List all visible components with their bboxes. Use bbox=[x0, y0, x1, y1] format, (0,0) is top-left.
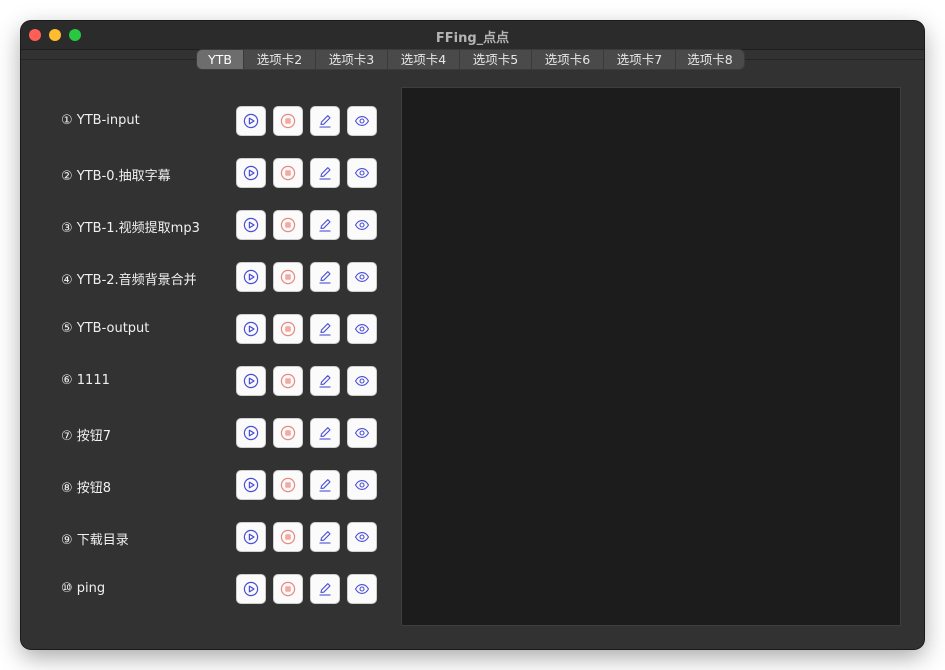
task-row: ⑩ ping bbox=[21, 574, 381, 606]
task-label: ⑩ ping bbox=[61, 581, 106, 596]
run-button[interactable] bbox=[236, 210, 266, 240]
task-label: ① YTB-input bbox=[61, 113, 140, 128]
edit-button[interactable] bbox=[310, 106, 340, 136]
stop-button[interactable] bbox=[273, 418, 303, 448]
task-row: ③ YTB-1.视频提取mp3 bbox=[21, 210, 381, 242]
view-button[interactable] bbox=[347, 418, 377, 448]
run-button[interactable] bbox=[236, 418, 266, 448]
view-button[interactable] bbox=[347, 262, 377, 292]
task-row: ⑧ 按钮8 bbox=[21, 470, 381, 502]
stop-button[interactable] bbox=[273, 262, 303, 292]
run-button[interactable] bbox=[236, 106, 266, 136]
task-label: ② YTB-0.抽取字幕 bbox=[61, 169, 171, 184]
tab-2[interactable]: 选项卡2 bbox=[244, 50, 316, 69]
tab-1[interactable]: YTB bbox=[197, 50, 244, 69]
window-title: FFing_点点 bbox=[435, 31, 510, 46]
run-button[interactable] bbox=[236, 158, 266, 188]
task-row: ⑥ 1111 bbox=[21, 366, 381, 398]
view-button[interactable] bbox=[347, 106, 377, 136]
run-button[interactable] bbox=[236, 366, 266, 396]
stop-button[interactable] bbox=[273, 522, 303, 552]
task-label: ③ YTB-1.视频提取mp3 bbox=[61, 221, 200, 236]
view-button[interactable] bbox=[347, 574, 377, 604]
task-label: ⑧ 按钮8 bbox=[61, 481, 112, 496]
task-row: ④ YTB-2.音频背景合并 bbox=[21, 262, 381, 294]
output-panel[interactable] bbox=[401, 87, 901, 626]
edit-button[interactable] bbox=[310, 210, 340, 240]
run-button[interactable] bbox=[236, 470, 266, 500]
tab-5[interactable]: 选项卡5 bbox=[460, 50, 532, 69]
task-label: ⑨ 下载目录 bbox=[61, 533, 129, 548]
edit-button[interactable] bbox=[310, 418, 340, 448]
title-bar: FFing_点点 bbox=[21, 21, 924, 50]
task-label: ⑤ YTB-output bbox=[61, 321, 150, 336]
view-button[interactable] bbox=[347, 158, 377, 188]
view-button[interactable] bbox=[347, 314, 377, 344]
tab-8[interactable]: 选项卡8 bbox=[676, 50, 744, 69]
task-label: ④ YTB-2.音频背景合并 bbox=[61, 273, 197, 288]
task-row: ⑤ YTB-output bbox=[21, 314, 381, 346]
run-button[interactable] bbox=[236, 574, 266, 604]
edit-button[interactable] bbox=[310, 366, 340, 396]
edit-button[interactable] bbox=[310, 470, 340, 500]
view-button[interactable] bbox=[347, 366, 377, 396]
run-button[interactable] bbox=[236, 522, 266, 552]
stop-button[interactable] bbox=[273, 470, 303, 500]
task-row: ⑨ 下载目录 bbox=[21, 522, 381, 554]
tab-6[interactable]: 选项卡6 bbox=[532, 50, 604, 69]
stop-button[interactable] bbox=[273, 210, 303, 240]
task-row: ② YTB-0.抽取字幕 bbox=[21, 158, 381, 190]
stop-button[interactable] bbox=[273, 574, 303, 604]
run-button[interactable] bbox=[236, 314, 266, 344]
edit-button[interactable] bbox=[310, 314, 340, 344]
tab-bar: YTB 选项卡2 选项卡3 选项卡4 选项卡5 选项卡6 选项卡7 选项卡8 bbox=[197, 50, 744, 69]
view-button[interactable] bbox=[347, 522, 377, 552]
edit-button[interactable] bbox=[310, 262, 340, 292]
task-label: ⑥ 1111 bbox=[61, 373, 110, 388]
edit-button[interactable] bbox=[310, 158, 340, 188]
edit-button[interactable] bbox=[310, 522, 340, 552]
tab-3[interactable]: 选项卡3 bbox=[316, 50, 388, 69]
view-button[interactable] bbox=[347, 470, 377, 500]
task-row: ① YTB-input bbox=[21, 106, 381, 138]
stop-button[interactable] bbox=[273, 106, 303, 136]
app-window: FFing_点点 YTB 选项卡2 选项卡3 选项卡4 选项卡5 选项卡6 选项卡7 选项卡8… bbox=[21, 21, 924, 649]
stop-button[interactable] bbox=[273, 158, 303, 188]
tab-4[interactable]: 选项卡4 bbox=[388, 50, 460, 69]
task-label: ⑦ 按钮7 bbox=[61, 429, 112, 444]
stop-button[interactable] bbox=[273, 314, 303, 344]
run-button[interactable] bbox=[236, 262, 266, 292]
task-row: ⑦ 按钮7 bbox=[21, 418, 381, 450]
edit-button[interactable] bbox=[310, 574, 340, 604]
stop-button[interactable] bbox=[273, 366, 303, 396]
view-button[interactable] bbox=[347, 210, 377, 240]
tab-7[interactable]: 选项卡7 bbox=[604, 50, 676, 69]
